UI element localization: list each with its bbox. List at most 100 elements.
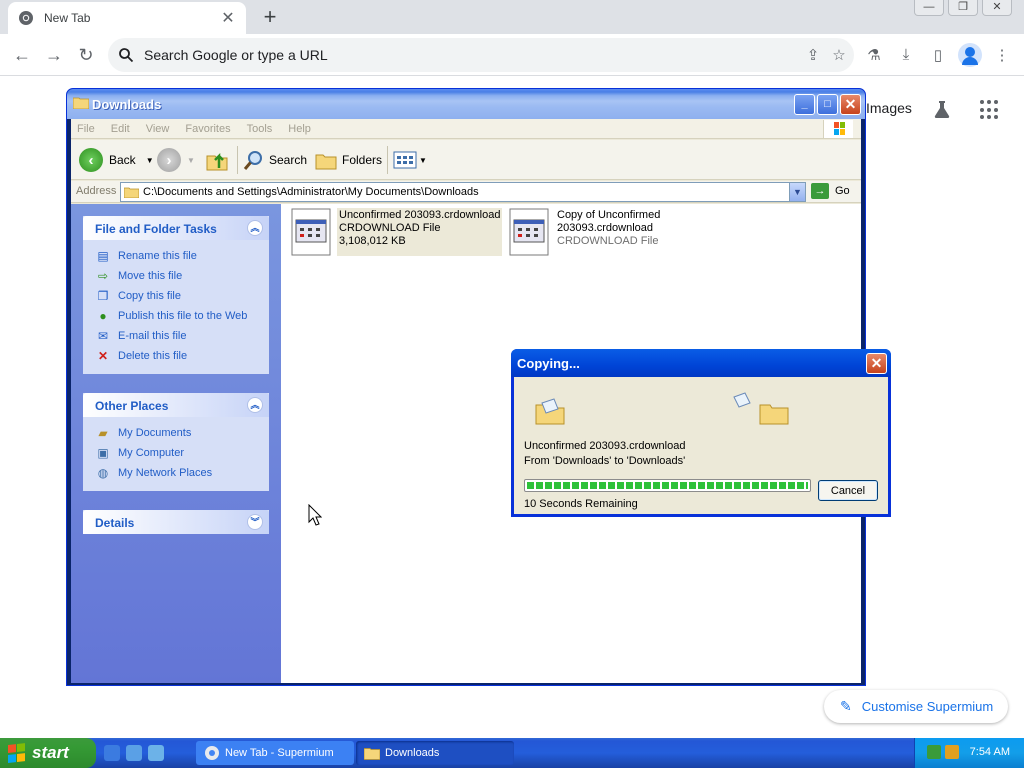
task-move[interactable]: ⇨ Move this file: [95, 266, 269, 286]
google-apps-icon[interactable]: [980, 100, 1000, 120]
file-name: Unconfirmed 203093.crdownload: [339, 209, 501, 221]
delete-x-icon: ✕: [97, 349, 109, 363]
back-label: Back: [109, 153, 136, 167]
forward-button[interactable]: › ▼: [157, 146, 195, 174]
new-tab-button[interactable]: +: [258, 4, 282, 30]
collapse-chevron-icon[interactable]: ︽: [247, 220, 263, 236]
menu-kebab-icon[interactable]: ⋮: [992, 46, 1012, 66]
folders-button[interactable]: Folders: [315, 146, 382, 174]
search-button[interactable]: Search: [243, 146, 307, 174]
back-arrow-icon: ‹: [79, 148, 103, 172]
explorer-titlebar[interactable]: Downloads _ □ ✕: [67, 89, 865, 119]
copy-icon: ❐: [97, 289, 109, 303]
share-icon[interactable]: ⇪: [804, 46, 822, 64]
customise-button[interactable]: ✎ Customise Supermium: [824, 690, 1008, 723]
dialog-body: Unconfirmed 203093.crdownload From 'Down…: [514, 377, 888, 514]
address-value: C:\Documents and Settings\Administrator\…: [143, 186, 479, 198]
source-folder-icon: [535, 398, 565, 425]
go-button[interactable]: → Go: [811, 183, 850, 199]
mouse-cursor-icon: [308, 504, 322, 526]
panel-title: Other Places: [95, 399, 169, 413]
window-controls: — ❐ ✕: [914, 0, 1012, 16]
file-icon: [291, 208, 331, 256]
panel-title: File and Folder Tasks: [95, 222, 217, 236]
back-arrow-icon[interactable]: ←: [10, 43, 34, 67]
restore-button[interactable]: ❐: [948, 0, 978, 16]
task-email[interactable]: ✉ E-mail this file: [95, 326, 269, 346]
omnibox-input[interactable]: [142, 38, 792, 72]
expand-chevron-icon[interactable]: ︾: [247, 514, 263, 530]
task-rename[interactable]: ▤ Rename this file: [95, 246, 269, 266]
task-delete[interactable]: ✕ Delete this file: [95, 346, 269, 366]
menu-help[interactable]: Help: [288, 123, 311, 135]
place-my-computer[interactable]: ▣ My Computer: [95, 443, 269, 463]
file-type: CRDOWNLOAD File: [339, 222, 441, 234]
minimize-button[interactable]: _: [794, 94, 815, 115]
place-my-documents[interactable]: ▰ My Documents: [95, 423, 269, 443]
bookmark-star-icon[interactable]: ☆: [830, 46, 848, 64]
folders-icon: [315, 154, 337, 170]
panel-header[interactable]: File and Folder Tasks ︽: [83, 216, 269, 240]
profile-avatar[interactable]: [958, 43, 982, 67]
download-icon[interactable]: ⤓: [896, 46, 916, 66]
dialog-titlebar[interactable]: Copying... ✕: [511, 349, 891, 377]
menu-tools[interactable]: Tools: [247, 123, 273, 135]
collapse-chevron-icon[interactable]: ︽: [247, 397, 263, 413]
place-network[interactable]: ◍ My Network Places: [95, 463, 269, 483]
move-icon: ⇨: [97, 269, 109, 283]
labs-flask-icon[interactable]: [931, 98, 953, 120]
reload-icon[interactable]: ↻: [74, 43, 98, 67]
start-label: start: [32, 743, 69, 762]
omnibox[interactable]: ⇪ ☆: [108, 38, 854, 72]
images-link[interactable]: Images: [866, 100, 912, 116]
menu-edit[interactable]: Edit: [111, 123, 130, 135]
file-type: CRDOWNLOAD File: [557, 235, 659, 247]
close-button[interactable]: ✕: [866, 353, 887, 374]
quick-launch-ie-icon[interactable]: [104, 745, 120, 761]
close-button[interactable]: ✕: [840, 94, 861, 115]
tray-security-icon[interactable]: [945, 745, 959, 759]
start-button[interactable]: start: [0, 738, 96, 768]
labs-flask-icon[interactable]: ⚗: [864, 46, 884, 66]
customise-label: Customise Supermium: [861, 699, 994, 714]
menu-favorites[interactable]: Favorites: [185, 123, 230, 135]
pencil-icon: ✎: [840, 698, 852, 714]
chevron-down-icon[interactable]: ▼: [146, 156, 154, 165]
back-button[interactable]: ‹ Back ▼: [79, 146, 154, 174]
cancel-button[interactable]: Cancel: [818, 480, 878, 501]
forward-arrow-icon[interactable]: →: [42, 43, 66, 67]
minimize-button[interactable]: —: [914, 0, 944, 16]
address-label: Address: [76, 185, 117, 197]
go-label: Go: [835, 185, 850, 197]
address-field[interactable]: C:\Documents and Settings\Administrator\…: [120, 182, 806, 202]
address-dropdown-icon[interactable]: ▼: [789, 183, 805, 201]
panel-header[interactable]: Details ︾: [83, 510, 269, 534]
panel-header[interactable]: Other Places ︽: [83, 393, 269, 417]
forward-arrow-icon: ›: [157, 148, 181, 172]
taskbar: start New Tab - Supermium Downloads 7:54…: [0, 738, 1024, 768]
windows-flag-icon: [8, 743, 26, 763]
maximize-button[interactable]: □: [817, 94, 838, 115]
tab-close-icon[interactable]: ✕: [220, 8, 236, 28]
copy-progress-bar: [524, 479, 811, 492]
other-places-panel: Other Places ︽ ▰ My Documents ▣ My Compute…: [83, 393, 269, 491]
close-button[interactable]: ✕: [982, 0, 1012, 16]
up-folder-icon: [206, 152, 228, 171]
file-item[interactable]: Unconfirmed 203093.crdownload CRDOWNLOAD…: [291, 208, 503, 256]
side-panel-icon[interactable]: ▯: [928, 46, 948, 66]
taskbar-item-downloads[interactable]: Downloads: [356, 741, 514, 765]
quick-launch-desktop-icon[interactable]: [126, 745, 142, 761]
file-item[interactable]: Copy of Unconfirmed 203093.crdownload CR…: [509, 208, 662, 256]
menu-view[interactable]: View: [146, 123, 170, 135]
up-folder-button[interactable]: [205, 146, 229, 174]
task-publish[interactable]: ● Publish this file to the Web: [95, 306, 269, 326]
quick-launch-media-icon[interactable]: [148, 745, 164, 761]
file-icon: [509, 208, 549, 256]
taskbar-item-browser[interactable]: New Tab - Supermium: [196, 741, 354, 765]
tray-network-icon[interactable]: [927, 745, 941, 759]
task-copy[interactable]: ❐ Copy this file: [95, 286, 269, 306]
menu-file[interactable]: File: [77, 123, 95, 135]
copy-dialog: Copying... ✕ Unconfirmed 203093.crdownlo…: [511, 349, 891, 517]
views-button[interactable]: ▼: [393, 146, 427, 174]
browser-tab[interactable]: New Tab ✕: [8, 2, 246, 34]
